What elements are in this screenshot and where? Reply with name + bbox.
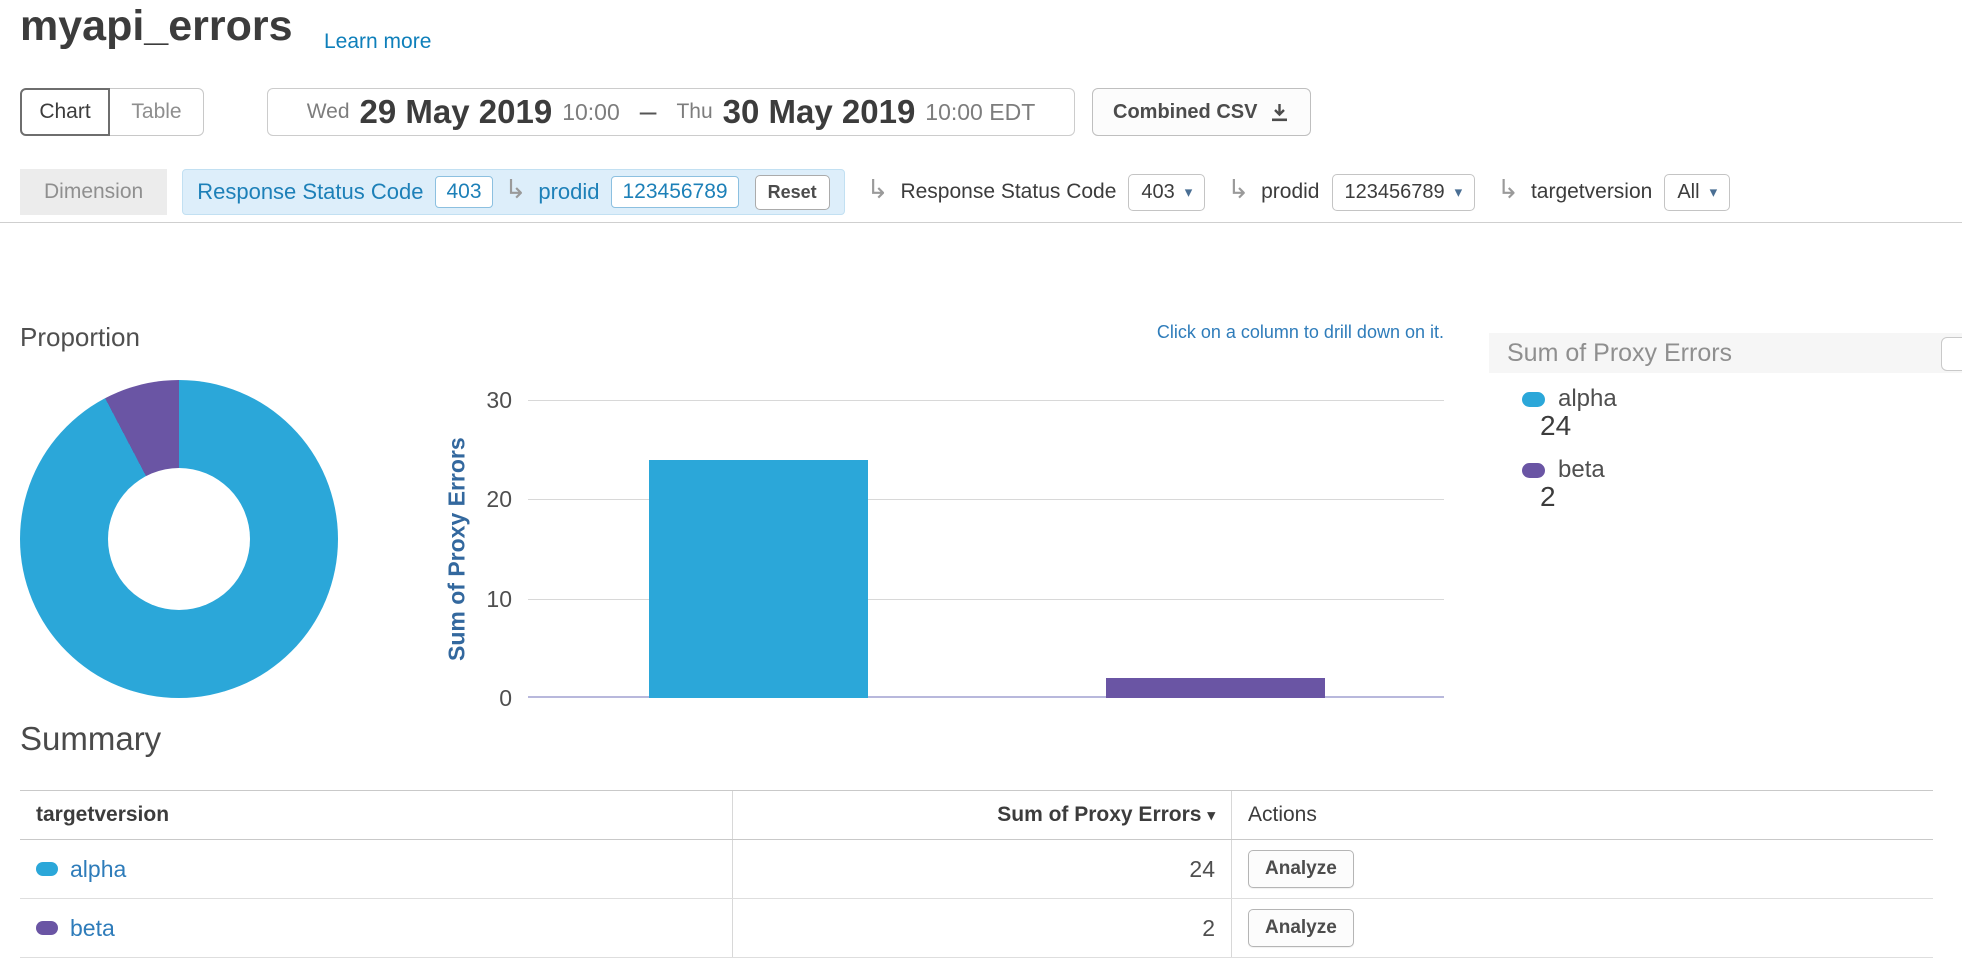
value-cell: 24 — [732, 840, 1232, 898]
combined-csv-button[interactable]: Combined CSV — [1092, 88, 1311, 136]
chart-view-button[interactable]: Chart — [20, 88, 110, 136]
response-status-code-dropdown[interactable]: 403 ▾ — [1128, 174, 1205, 211]
bar-alpha[interactable] — [649, 460, 868, 698]
analyze-button[interactable]: Analyze — [1248, 850, 1354, 888]
y-axis-label: Sum of Proxy Errors — [442, 400, 472, 698]
table-header-row: targetversion Sum of Proxy Errors ▾ Acti… — [20, 791, 1933, 840]
sort-caret-icon: ▾ — [1207, 806, 1215, 824]
actions-cell: Analyze — [1232, 840, 1933, 898]
date-range-picker[interactable]: Wed 29 May 2019 10:00 – Thu 30 May 2019 … — [267, 88, 1075, 136]
filter-name: targetversion — [1531, 180, 1652, 204]
dropdown-value: All — [1677, 181, 1699, 204]
start-day: Wed — [307, 100, 350, 124]
chevron-down-icon: ▾ — [1185, 183, 1193, 201]
y-tick-30: 30 — [456, 386, 512, 414]
breadcrumb-dimension-name: prodid — [538, 179, 599, 205]
csv-button-label: Combined CSV — [1113, 101, 1257, 124]
analyze-button[interactable]: Analyze — [1248, 909, 1354, 947]
report-page: myapi_errors Learn more Chart Table Wed … — [0, 0, 1962, 976]
legend-value-beta: 2 — [1540, 481, 1556, 513]
table-row: alpha 24 Analyze — [20, 840, 1933, 899]
table-row: beta 2 Analyze — [20, 899, 1933, 958]
drill-down-icon: ↳ — [1497, 176, 1519, 202]
download-icon — [1269, 102, 1290, 123]
drill-down-icon: ↳ — [867, 176, 889, 202]
beta-swatch-icon — [1522, 463, 1545, 478]
legend-label: beta — [1558, 456, 1605, 484]
dimension-label: Dimension — [20, 169, 167, 215]
filter-name: prodid — [1261, 180, 1319, 204]
legend-value-alpha: 24 — [1540, 410, 1571, 442]
view-toggle: Chart Table — [20, 88, 204, 136]
targetversion-dropdown[interactable]: All ▾ — [1664, 174, 1730, 211]
filter-name: Response Status Code — [900, 180, 1116, 204]
date-range-separator: – — [640, 95, 657, 129]
proportion-donut — [20, 380, 338, 698]
column-header-actions: Actions — [1232, 791, 1933, 839]
drill-down-icon: ↳ — [1227, 176, 1249, 202]
prodid-dropdown[interactable]: 123456789 ▾ — [1332, 174, 1476, 211]
horizontal-divider — [0, 222, 1962, 223]
gridline-30 — [528, 400, 1444, 401]
end-date: 30 May 2019 — [723, 93, 916, 131]
summary-table: targetversion Sum of Proxy Errors ▾ Acti… — [20, 790, 1933, 958]
actions-cell: Analyze — [1232, 899, 1933, 957]
page-title: myapi_errors — [20, 2, 293, 51]
end-time: 10:00 EDT — [925, 99, 1035, 126]
start-date: 29 May 2019 — [360, 93, 553, 131]
dropdown-value: 123456789 — [1345, 181, 1445, 204]
targetversion-cell: alpha — [20, 840, 732, 898]
drill-hint-text: Click on a column to drill down on it. — [528, 322, 1444, 343]
row-label-link[interactable]: alpha — [70, 856, 126, 883]
drill-down-icon: ↳ — [505, 176, 527, 202]
breadcrumb-dimension-name: Response Status Code — [197, 179, 423, 205]
alpha-swatch-icon — [36, 862, 58, 876]
alpha-swatch-icon — [1522, 392, 1545, 407]
chevron-down-icon: ▾ — [1710, 183, 1718, 201]
legend-collapse-control[interactable] — [1941, 337, 1962, 371]
legend-label: alpha — [1558, 385, 1617, 413]
end-day: Thu — [676, 100, 712, 124]
row-label-link[interactable]: beta — [70, 915, 115, 942]
drilldown-breadcrumb: Response Status Code 403 ↳ prodid 123456… — [182, 169, 844, 215]
column-header-targetversion: targetversion — [20, 791, 732, 839]
start-time: 10:00 — [562, 99, 620, 126]
bar-beta[interactable] — [1106, 678, 1325, 698]
proportion-title: Proportion — [20, 322, 140, 353]
filter-group-prodid: ↳ prodid 123456789 ▾ — [1227, 174, 1475, 211]
chevron-down-icon: ▾ — [1455, 183, 1463, 201]
reset-button[interactable]: Reset — [755, 175, 830, 210]
learn-more-link[interactable]: Learn more — [324, 30, 431, 54]
dropdown-value: 403 — [1141, 181, 1174, 204]
breadcrumb-value-chip[interactable]: 123456789 — [611, 176, 738, 208]
table-view-button[interactable]: Table — [110, 88, 204, 136]
summary-title: Summary — [20, 720, 161, 758]
y-tick-10: 10 — [456, 585, 512, 613]
donut-hole — [108, 468, 250, 610]
filter-group-response-status-code: ↳ Response Status Code 403 ▾ — [867, 174, 1206, 211]
targetversion-cell: beta — [20, 899, 732, 957]
breadcrumb-value-chip[interactable]: 403 — [435, 176, 492, 208]
column-header-label: Sum of Proxy Errors — [997, 803, 1201, 827]
column-header-sum-of-proxy-errors[interactable]: Sum of Proxy Errors ▾ — [732, 791, 1232, 839]
value-cell: 2 — [732, 899, 1232, 957]
beta-swatch-icon — [36, 921, 58, 935]
dimension-bar: Dimension Response Status Code 403 ↳ pro… — [20, 169, 1730, 215]
bar-chart — [528, 400, 1444, 698]
filter-group-targetversion: ↳ targetversion All ▾ — [1497, 174, 1730, 211]
legend-title: Sum of Proxy Errors — [1489, 333, 1962, 373]
y-tick-20: 20 — [456, 485, 512, 513]
legend-item-beta: beta — [1522, 455, 1605, 485]
y-tick-0: 0 — [456, 684, 512, 712]
